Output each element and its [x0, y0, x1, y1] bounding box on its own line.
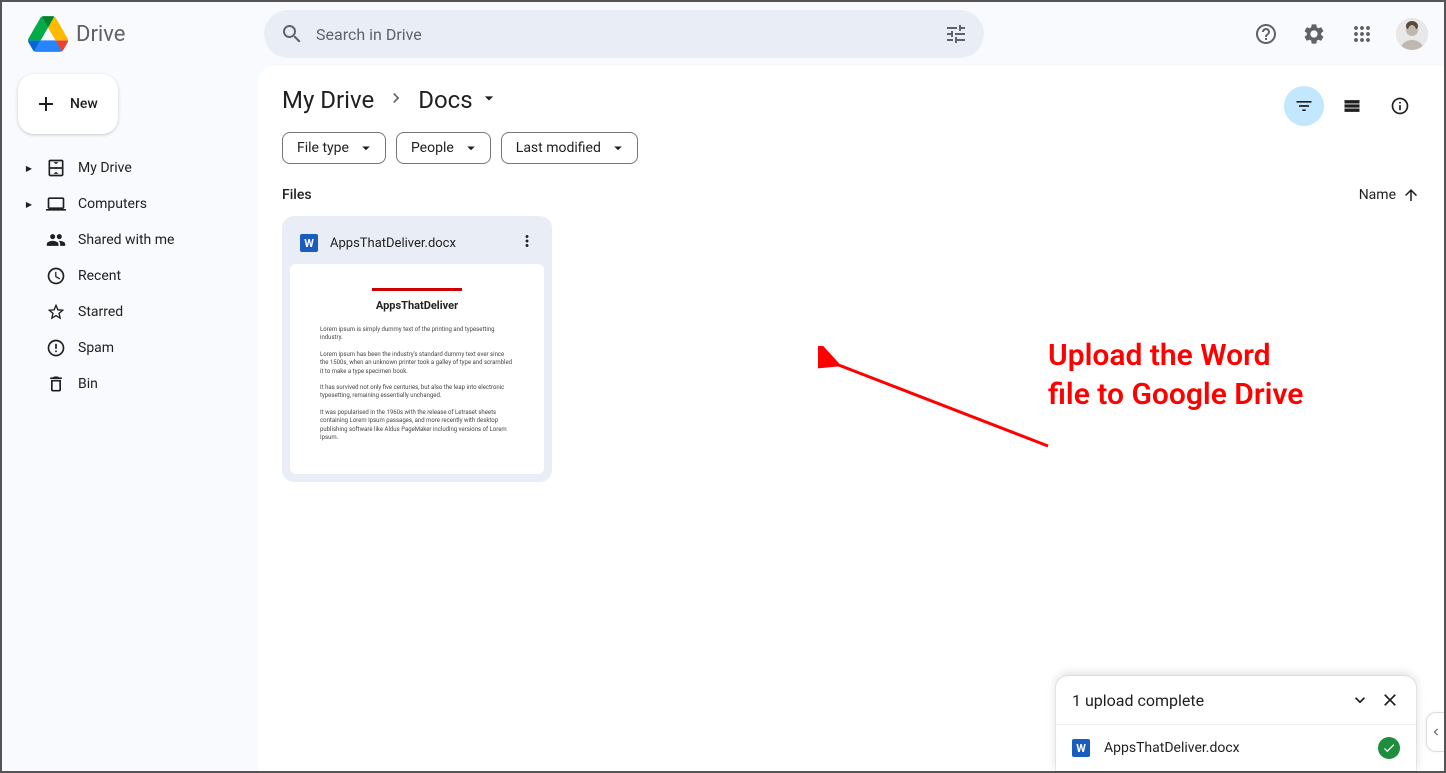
new-button-label: New	[70, 96, 98, 112]
list-icon	[1342, 96, 1362, 116]
sidebar-item-computers[interactable]: ▶ Computers	[18, 188, 242, 220]
sidebar-item-label: Recent	[78, 268, 121, 284]
breadcrumb-root[interactable]: My Drive	[282, 86, 374, 114]
toast-upload-item[interactable]: W AppsThatDeliver.docx	[1056, 724, 1416, 771]
list-view-button[interactable]	[1332, 86, 1372, 126]
sidebar-item-label: Spam	[78, 340, 114, 356]
main-actions	[1284, 86, 1420, 126]
settings-button[interactable]	[1294, 14, 1334, 54]
breadcrumb-current[interactable]: Docs	[418, 86, 498, 114]
section-title: Files	[282, 187, 312, 203]
header: Drive	[2, 2, 1444, 66]
word-file-icon: W	[1072, 739, 1090, 757]
dropdown-icon	[609, 139, 627, 157]
spam-icon	[46, 338, 66, 358]
side-panel-toggle[interactable]	[1426, 712, 1444, 752]
info-button[interactable]	[1380, 86, 1420, 126]
file-name: AppsThatDeliver.docx	[330, 236, 506, 251]
breadcrumb: My Drive Docs	[282, 86, 1420, 114]
filter-view-button[interactable]	[1284, 86, 1324, 126]
sidebar-item-starred[interactable]: Starred	[18, 296, 242, 328]
more-vert-icon	[518, 232, 536, 250]
chevron-right-icon	[386, 88, 406, 112]
info-icon	[1390, 96, 1410, 116]
main-content: My Drive Docs File type People Last modi…	[258, 66, 1444, 771]
gear-icon	[1302, 22, 1326, 46]
sidebar-item-label: Computers	[78, 196, 147, 212]
apps-grid-icon	[1350, 22, 1374, 46]
toast-file-name: AppsThatDeliver.docx	[1104, 740, 1364, 756]
new-button[interactable]: New	[18, 74, 118, 134]
bin-icon	[46, 374, 66, 394]
search-input[interactable]	[316, 25, 932, 44]
dropdown-icon	[357, 139, 375, 157]
file-more-button[interactable]	[518, 232, 538, 254]
upload-toast: 1 upload complete W AppsThatDeliver.docx	[1056, 676, 1416, 771]
apps-button[interactable]	[1342, 14, 1382, 54]
product-name: Drive	[76, 22, 125, 47]
star-icon	[46, 302, 66, 322]
toast-collapse-icon[interactable]	[1350, 690, 1370, 710]
sidebar-item-bin[interactable]: Bin	[18, 368, 242, 400]
sidebar-item-shared[interactable]: Shared with me	[18, 224, 242, 256]
sidebar: New ▶ My Drive ▶ Computers Shared with m…	[2, 66, 258, 771]
account-avatar[interactable]	[1396, 18, 1428, 50]
expand-icon: ▶	[24, 200, 34, 209]
sidebar-item-label: Bin	[78, 376, 98, 392]
file-thumbnail: AppsThatDeliver Lorem ipsum is simply du…	[290, 264, 544, 474]
plus-icon	[34, 92, 58, 116]
dropdown-icon	[462, 139, 480, 157]
sidebar-item-recent[interactable]: Recent	[18, 260, 242, 292]
filter-people[interactable]: People	[396, 132, 491, 164]
recent-icon	[46, 266, 66, 286]
search-bar[interactable]	[264, 10, 984, 58]
sidebar-item-mydrive[interactable]: ▶ My Drive	[18, 152, 242, 184]
computers-icon	[46, 194, 66, 214]
word-file-icon: W	[300, 234, 318, 252]
expand-icon: ▶	[24, 164, 34, 173]
dropdown-icon	[479, 88, 499, 108]
chevron-left-icon	[1429, 725, 1443, 739]
shared-icon	[46, 230, 66, 250]
annotation-text-1: Upload the Word	[1048, 336, 1303, 375]
header-icons	[1246, 14, 1428, 54]
search-icon	[280, 22, 304, 46]
breadcrumb-current-label: Docs	[418, 86, 472, 114]
toast-title: 1 upload complete	[1072, 691, 1204, 710]
filter-modified[interactable]: Last modified	[501, 132, 638, 164]
upload-success-icon	[1378, 737, 1400, 759]
sidebar-item-spam[interactable]: Spam	[18, 332, 242, 364]
help-button[interactable]	[1246, 14, 1286, 54]
annotation-arrow	[818, 346, 1078, 466]
filter-file-type[interactable]: File type	[282, 132, 386, 164]
filter-icon	[1294, 96, 1314, 116]
file-tile[interactable]: W AppsThatDeliver.docx AppsThatDeliver L…	[282, 216, 552, 482]
arrow-up-icon	[1402, 186, 1420, 204]
annotation-text-2: file to Google Drive	[1048, 375, 1303, 414]
drive-logo-icon	[28, 14, 68, 54]
logo-area[interactable]: Drive	[18, 14, 256, 54]
mydrive-icon	[46, 158, 66, 178]
sidebar-item-label: Shared with me	[78, 232, 174, 248]
help-icon	[1254, 22, 1278, 46]
toast-close-icon[interactable]	[1380, 690, 1400, 710]
sort-label: Name	[1359, 187, 1396, 203]
sort-button[interactable]: Name	[1359, 186, 1420, 204]
filter-chips: File type People Last modified	[282, 132, 1420, 164]
sidebar-item-label: Starred	[78, 304, 123, 320]
search-options-icon[interactable]	[944, 22, 968, 46]
sidebar-item-label: My Drive	[78, 160, 132, 176]
